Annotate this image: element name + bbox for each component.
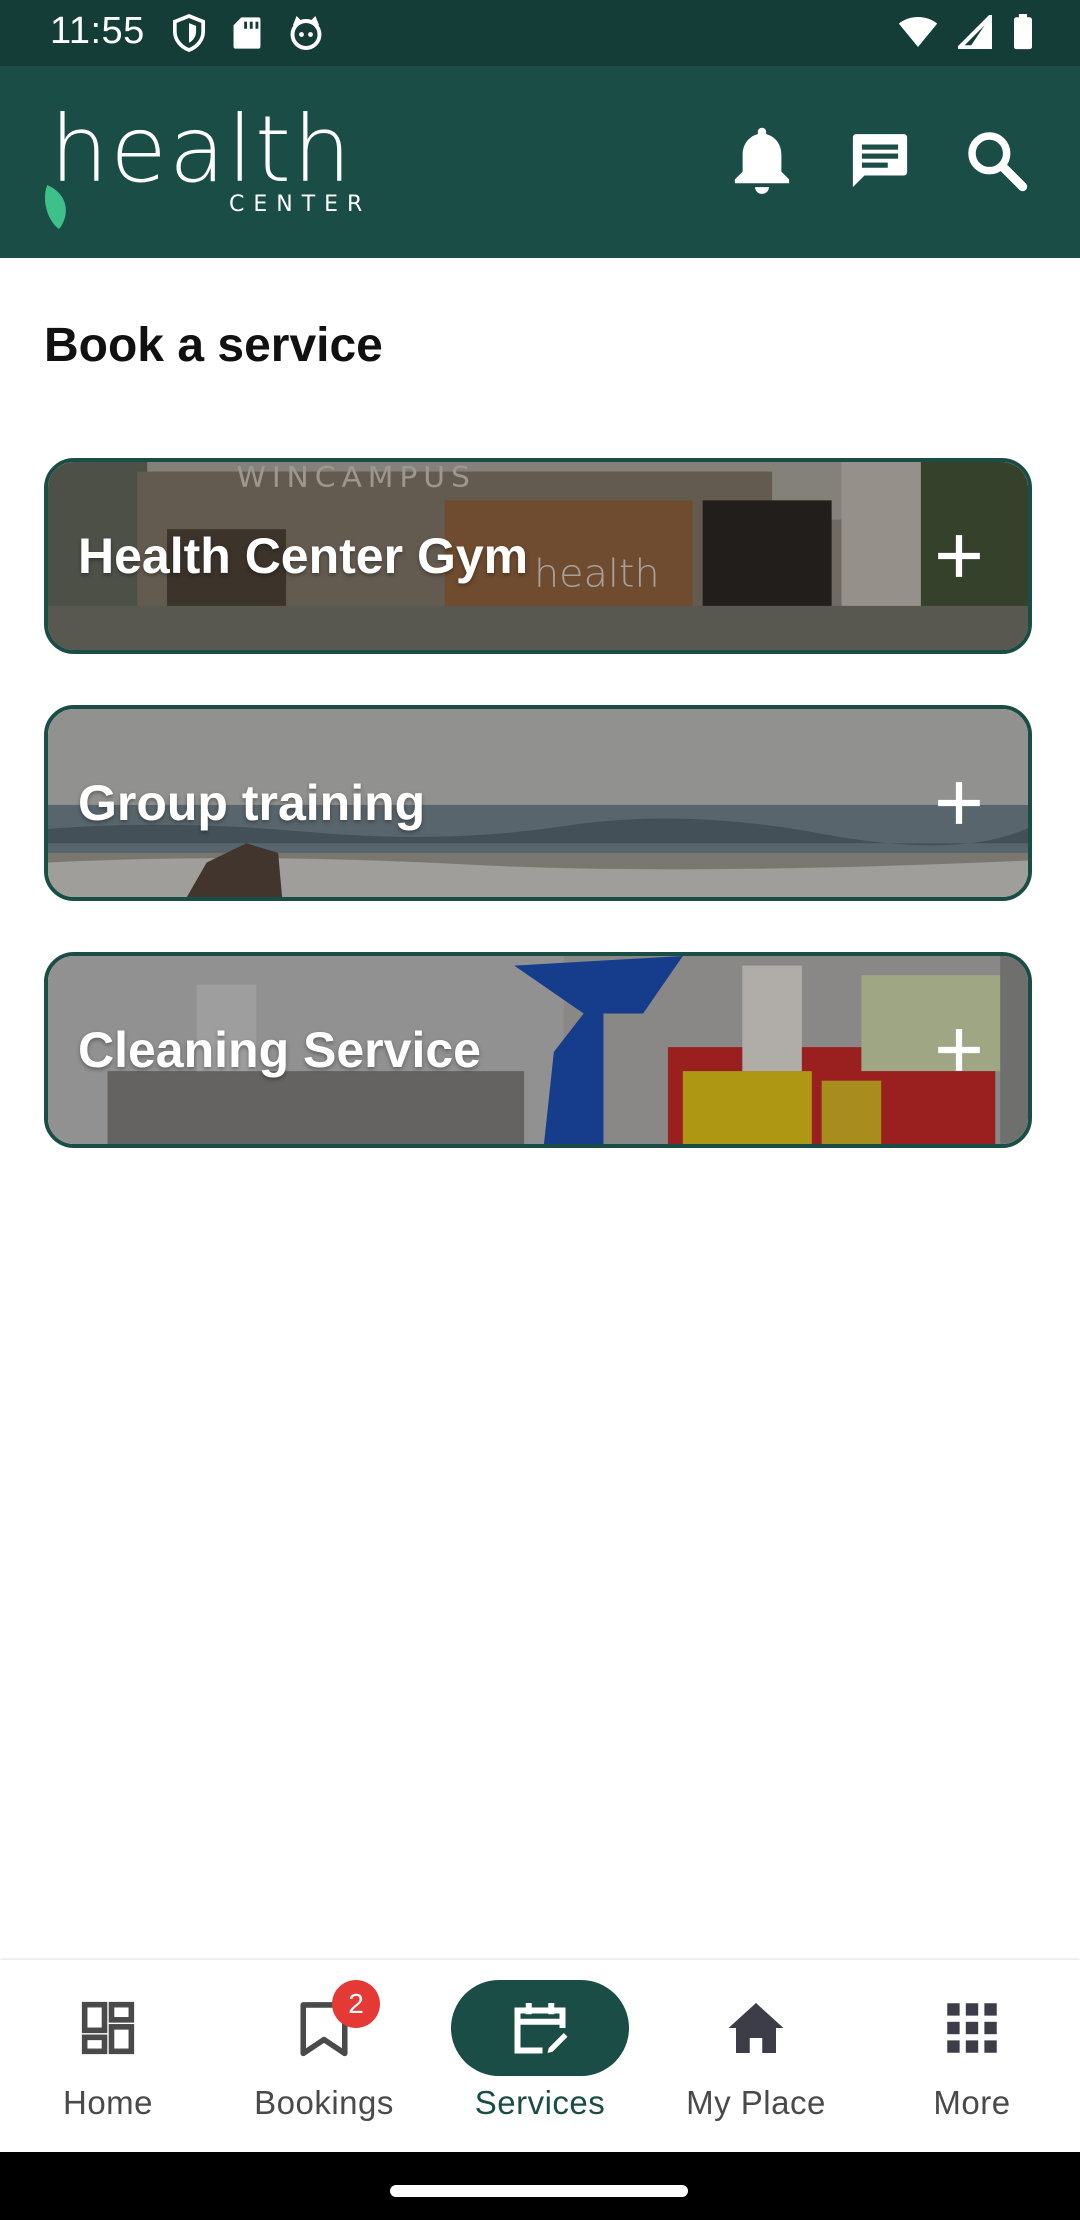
- nav-item-home[interactable]: Home: [0, 1960, 216, 2152]
- logo-text: health: [50, 96, 354, 203]
- nav-label: Home: [62, 2084, 154, 2121]
- status-time: 11:55: [50, 10, 145, 52]
- home-gesture-handle[interactable]: [390, 2185, 688, 2197]
- nav-label: Bookings: [254, 2084, 394, 2121]
- calendar-edit-icon: [514, 2003, 568, 2054]
- service-card-label: Health Center Gym: [78, 528, 529, 584]
- plus-icon[interactable]: [934, 1025, 984, 1075]
- status-right-icons: [898, 14, 1034, 50]
- search-icon: [964, 128, 1028, 197]
- nav-icon-container: [667, 1980, 845, 2076]
- nav-item-my-place[interactable]: My Place: [648, 1960, 864, 2152]
- nav-icon-container: [883, 1980, 1061, 2076]
- nav-label: Services: [474, 2084, 606, 2121]
- bell-icon: [731, 125, 793, 200]
- messages-button[interactable]: [842, 124, 918, 200]
- health-center-logo: health CENTER: [44, 96, 394, 230]
- service-card-label: Group training: [78, 775, 426, 831]
- wifi-icon: [898, 15, 938, 49]
- dashboard-icon: [81, 2001, 135, 2055]
- bookings-count-badge: 2: [332, 1980, 380, 2028]
- nav-item-bookings[interactable]: 2 Bookings: [216, 1960, 432, 2152]
- nav-item-services[interactable]: Services: [432, 1960, 648, 2152]
- nav-item-more[interactable]: More: [864, 1960, 1080, 2152]
- cat-face-icon: [288, 15, 324, 51]
- home-icon: [728, 2003, 784, 2053]
- nav-label: My Place: [686, 2084, 826, 2121]
- app-bar: health CENTER: [0, 66, 1080, 258]
- service-card-cleaning-service[interactable]: Cleaning Service: [44, 952, 1032, 1148]
- service-card-label: Cleaning Service: [78, 1022, 481, 1078]
- logo-subtext: CENTER: [229, 192, 372, 217]
- bottom-nav: Home 2 Bookings Services My Place More: [0, 1960, 1080, 2152]
- nav-icon-container: [451, 1980, 629, 2076]
- status-left-icons: [172, 14, 324, 52]
- plus-icon[interactable]: [934, 531, 984, 581]
- battery-icon: [1012, 14, 1034, 50]
- cellular-signal-icon: [958, 15, 992, 49]
- notifications-button[interactable]: [724, 124, 800, 200]
- plus-icon[interactable]: [934, 778, 984, 828]
- status-bar: 11:55: [0, 0, 1080, 66]
- nav-icon-container: [235, 1980, 413, 2076]
- nav-icon-container: [19, 1980, 197, 2076]
- chat-icon: [848, 129, 912, 196]
- nav-label: More: [933, 2084, 1011, 2121]
- shield-icon: [172, 14, 206, 52]
- system-gesture-area: [0, 2152, 1080, 2220]
- page-title: Book a service: [44, 319, 383, 372]
- sd-card-icon: [232, 16, 262, 50]
- service-card-group-training[interactable]: Group training: [44, 705, 1032, 901]
- search-button[interactable]: [958, 124, 1034, 200]
- service-card-health-center-gym[interactable]: WINCAMPUS health Health Center Gym: [44, 458, 1032, 654]
- apps-grid-icon: [947, 2003, 997, 2053]
